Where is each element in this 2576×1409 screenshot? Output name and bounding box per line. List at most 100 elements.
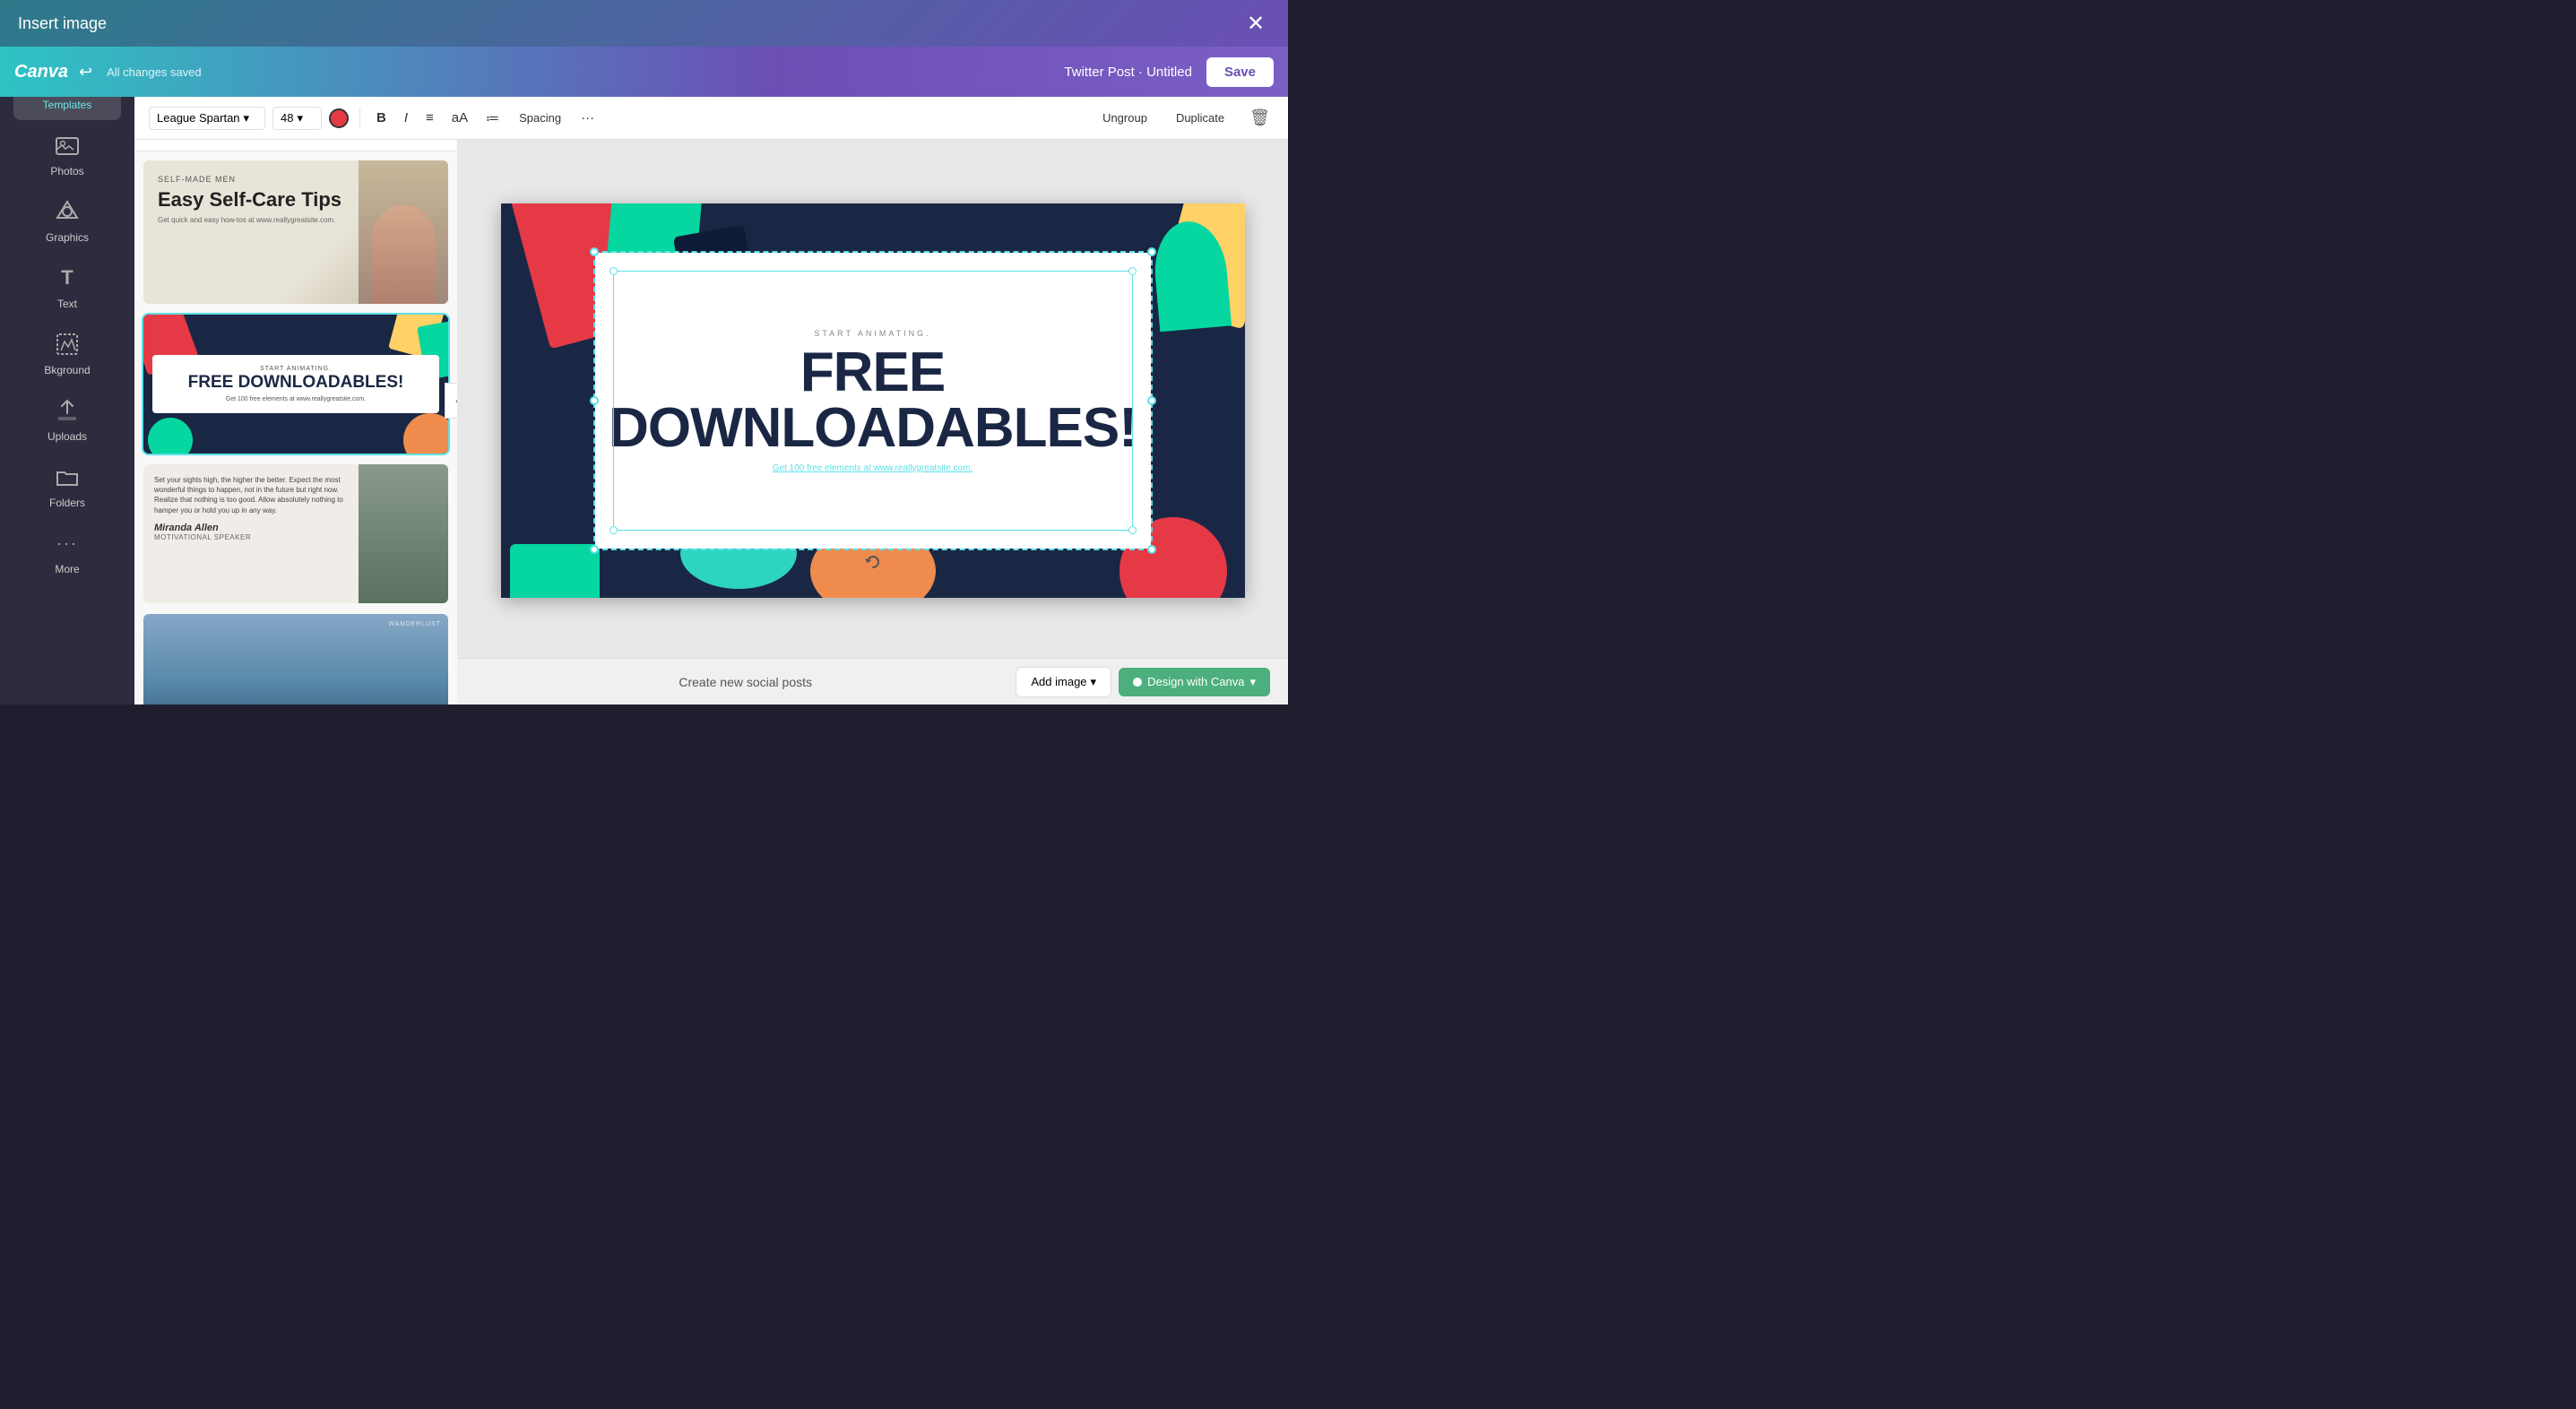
list-icon: ≔ [486, 110, 499, 126]
text-icon: T [51, 262, 83, 294]
more-options-button[interactable]: ··· [575, 107, 600, 129]
align-button[interactable]: ≡ [420, 107, 439, 129]
left-sidebar: Templates Photos Graphics T Text [0, 47, 134, 704]
graphics-icon [51, 195, 83, 228]
person-silhouette [372, 205, 435, 304]
photos-icon [51, 129, 83, 161]
handle-top-left[interactable] [590, 247, 599, 256]
sidebar-item-folders[interactable]: Folders [13, 452, 121, 518]
spacing-button[interactable]: Spacing [512, 108, 568, 128]
card-free-bg: Start Animating. FREE DOWNLOADABLES! Get… [143, 315, 448, 454]
font-size-select[interactable]: 48 ▾ [272, 107, 322, 130]
sidebar-item-photos[interactable]: Photos [13, 120, 121, 186]
shape-br [403, 413, 448, 454]
sidebar-graphics-label: Graphics [46, 231, 89, 244]
template-card-free-downloadables[interactable]: Start Animating. FREE DOWNLOADABLES! Get… [142, 313, 450, 455]
handle-top-right[interactable] [1147, 247, 1156, 256]
free-sub: Get 100 free elements at www.reallygreat… [167, 396, 425, 402]
free-headline: FREE DOWNLOADABLES! [167, 374, 425, 393]
add-image-button[interactable]: Add image ▾ [1016, 667, 1111, 697]
collapse-panel-button[interactable]: ‹ [445, 383, 457, 419]
sidebar-photos-label: Photos [50, 165, 83, 177]
template-card-voyage[interactable]: Wanderlust The real voyage of [142, 612, 450, 704]
inner-text-box [613, 271, 1133, 531]
sidebar-item-graphics[interactable]: Graphics [13, 186, 121, 253]
handle-middle-right[interactable] [1147, 396, 1156, 405]
motivational-body: Set your sights high, the higher the bet… [154, 475, 348, 515]
align-icon: ≡ [426, 110, 434, 125]
card-voyage-bg: Wanderlust The real voyage of [143, 614, 448, 704]
inner-handle-br[interactable] [1128, 526, 1137, 534]
modal-title: Insert image [18, 14, 107, 33]
inner-handle-tl[interactable] [609, 267, 618, 275]
text-toolbar: League Spartan ▾ 48 ▾ B I ≡ aA ≔ Spacing… [134, 97, 1288, 140]
card-motivational-bg: Set your sights high, the higher the bet… [143, 464, 448, 603]
duplicate-button[interactable]: Duplicate [1169, 108, 1232, 128]
font-size-label: 48 [281, 111, 293, 125]
more-icon: ··· [581, 110, 594, 125]
templates-panel: 🔍 Self-Made Men Easy Self-Care Tips Get … [134, 97, 457, 704]
more-icon: ··· [51, 527, 83, 559]
sidebar-item-background[interactable]: Bkground [13, 319, 121, 385]
bottom-action-bar: Create new social posts Add image ▾ Desi… [457, 658, 1288, 704]
text-color-button[interactable] [329, 108, 349, 128]
create-post-label: Create new social posts [475, 675, 1016, 689]
canvas-area: START ANIMATING. FREE DOWNLOADABLES! Get… [457, 97, 1288, 704]
toolbar-separator-1 [359, 108, 360, 129]
main-header: Canva ↩ All changes saved Twitter Post ·… [0, 47, 1288, 97]
save-button[interactable]: Save [1206, 57, 1274, 87]
font-family-label: League Spartan [157, 111, 240, 125]
handle-middle-left[interactable] [590, 396, 599, 405]
self-care-image [359, 160, 448, 304]
motivational-name: Miranda Allen [154, 523, 348, 533]
delete-button[interactable]: 🗑 [1246, 105, 1274, 131]
sidebar-item-uploads[interactable]: Uploads [13, 385, 121, 452]
font-size-chevron-icon: ▾ [297, 111, 303, 125]
uploads-icon [51, 394, 83, 427]
shape-green-bottom-left [510, 544, 600, 598]
canva-logo-button[interactable]: Canva [14, 62, 68, 82]
sidebar-more-label: More [55, 563, 79, 575]
sidebar-templates-label: Templates [43, 99, 92, 111]
sidebar-background-label: Bkground [44, 364, 90, 376]
free-tag: Start Animating. [167, 366, 425, 372]
handle-bottom-right[interactable] [1147, 545, 1156, 554]
sidebar-uploads-label: Uploads [48, 430, 87, 443]
italic-button[interactable]: I [399, 107, 413, 129]
inner-handle-bl[interactable] [609, 526, 618, 534]
design-chevron-icon: ▾ [1249, 675, 1256, 689]
undo-button[interactable]: ↩ [79, 63, 92, 82]
card-free-inner: Start Animating. FREE DOWNLOADABLES! Get… [152, 355, 439, 413]
modal-bar: Insert image ✕ [0, 0, 1288, 47]
canvas-text-card[interactable]: START ANIMATING. FREE DOWNLOADABLES! Get… [595, 253, 1151, 549]
bold-icon: B [376, 110, 386, 125]
sidebar-folders-label: Folders [49, 497, 85, 509]
inner-handle-tr[interactable] [1128, 267, 1137, 275]
save-status: All changes saved [107, 65, 1064, 79]
spacing-label: Spacing [519, 111, 561, 125]
list-button[interactable]: ≔ [480, 107, 505, 130]
bottom-actions-right: Add image ▾ Design with Canva ▾ [1016, 667, 1270, 697]
font-chevron-icon: ▾ [244, 111, 250, 125]
italic-icon: I [404, 110, 408, 125]
modal-close-button[interactable]: ✕ [1241, 9, 1270, 38]
font-family-select[interactable]: League Spartan ▾ [149, 107, 265, 130]
add-image-label: Add image [1031, 675, 1086, 688]
handle-bottom-left[interactable] [590, 545, 599, 554]
voyage-tag: Wanderlust [388, 621, 441, 627]
template-card-motivational[interactable]: Set your sights high, the higher the bet… [142, 462, 450, 605]
case-button[interactable]: aA [446, 107, 473, 129]
card-self-care-bg: Self-Made Men Easy Self-Care Tips Get qu… [143, 160, 448, 304]
rotate-handle[interactable] [864, 553, 882, 575]
toolbar-right-actions: Ungroup Duplicate 🗑 [1095, 105, 1274, 131]
canva-dot-icon [1133, 678, 1142, 687]
folders-icon [51, 461, 83, 493]
sidebar-item-text[interactable]: T Text [13, 253, 121, 319]
ungroup-button[interactable]: Ungroup [1095, 108, 1154, 128]
design-with-canva-button[interactable]: Design with Canva ▾ [1119, 668, 1270, 696]
template-card-self-care[interactable]: Self-Made Men Easy Self-Care Tips Get qu… [142, 159, 450, 306]
design-canvas[interactable]: START ANIMATING. FREE DOWNLOADABLES! Get… [501, 203, 1245, 598]
bold-button[interactable]: B [371, 107, 392, 129]
sidebar-item-more[interactable]: ··· More [13, 518, 121, 584]
self-care-sub: Get quick and easy how-tos at www.really… [158, 216, 344, 224]
